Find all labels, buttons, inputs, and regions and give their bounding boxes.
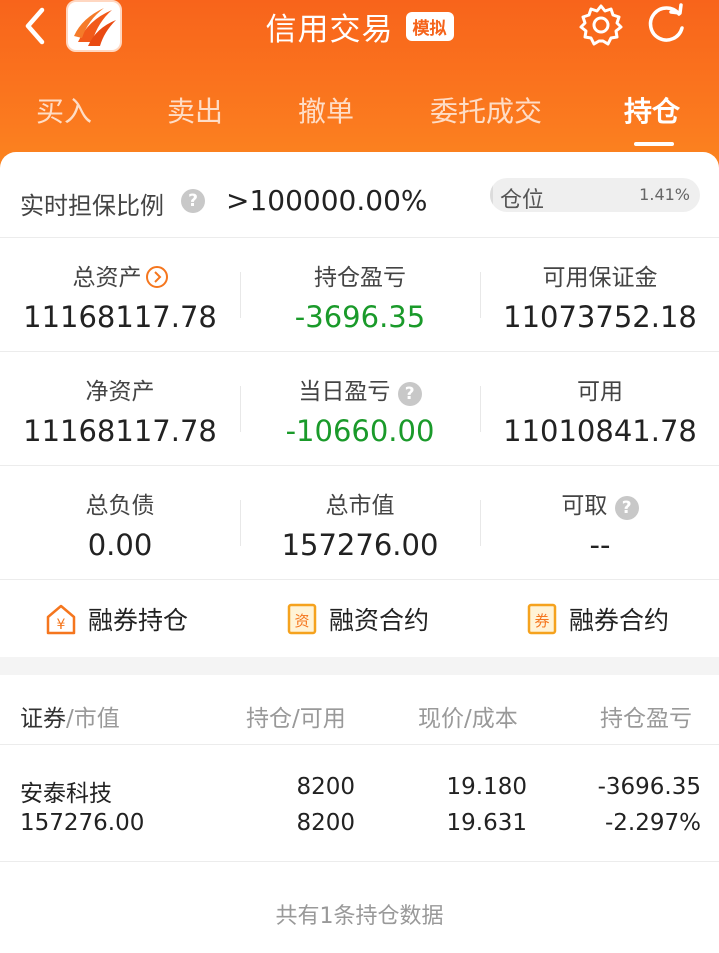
total-assets[interactable]: 总资产 11168117.78 [0, 238, 240, 352]
available-margin-label: 可用保证金 [542, 265, 658, 291]
active-tab-indicator [634, 142, 674, 146]
guarantee-ratio-value: >100000.00% [226, 184, 428, 217]
available-margin-value: 11073752.18 [503, 300, 697, 334]
position-bar-fill [490, 178, 494, 212]
withdrawable-value: -- [589, 528, 611, 562]
back-icon[interactable] [20, 4, 60, 48]
tab-sell[interactable]: 卖出 [167, 90, 223, 130]
total-liabilities-value: 0.00 [87, 528, 153, 562]
total-liabilities-label: 总负债 [85, 493, 155, 519]
net-assets-label: 净资产 [85, 379, 155, 405]
withdrawable: 可取 ? -- [480, 466, 719, 580]
help-icon[interactable]: ? [397, 382, 422, 406]
available-label: 可用 [577, 379, 623, 405]
guarantee-ratio-row: 实时担保比例 ? >100000.00% 仓位 1.41% [0, 152, 719, 238]
short-positions-label: 融券持仓 [88, 606, 189, 635]
available: 可用 11010841.78 [480, 352, 719, 466]
total-market-value: 总市值 157276.00 [240, 466, 480, 580]
guarantee-ratio-label: 实时担保比例 [20, 192, 164, 220]
help-icon[interactable]: ? [614, 496, 639, 520]
tab-positions[interactable]: 持仓 [624, 90, 680, 130]
chevron-right-circle-icon[interactable] [145, 266, 168, 288]
tab-cancel-order[interactable]: 撤单 [298, 90, 354, 130]
header-pnl[interactable]: 持仓盈亏 [600, 699, 692, 733]
trade-tabs: 买入 卖出 撤单 委托成交 持仓 [0, 80, 719, 140]
zi-document-icon: 资 [287, 603, 317, 635]
daily-pnl-label: 当日盈亏 [298, 379, 391, 405]
margin-contracts-label: 融资合约 [329, 606, 430, 635]
holdings-count-text: 共有1条持仓数据 [275, 904, 444, 929]
position-pnl-label: 持仓盈亏 [314, 265, 406, 291]
margin-contracts-link[interactable]: 资 融资合约 [285, 601, 429, 637]
stock-cost: 19.631 [446, 810, 527, 836]
stock-market-value: 157276.00 [20, 810, 145, 836]
stats-row: 总资产 11168117.78 持仓盈亏 -3696.35 可用保证金 1107… [0, 238, 719, 352]
table-row[interactable]: 安泰科技 157276.00 8200 8200 19.180 19.631 -… [0, 746, 719, 862]
stock-available: 8200 [296, 810, 355, 836]
daily-pnl-value: -10660.00 [285, 414, 435, 448]
available-value: 11010841.78 [503, 414, 697, 448]
page-title: 信用交易 [265, 11, 394, 48]
position-label: 仓位 [500, 188, 545, 212]
header-market-value[interactable]: /市值 [66, 706, 120, 732]
daily-pnl: 当日盈亏 ? -10660.00 [240, 352, 480, 466]
header-holding[interactable]: 持仓/可用 [246, 699, 346, 733]
total-assets-label: 总资产 [72, 265, 142, 291]
total-assets-value: 11168117.78 [23, 300, 217, 334]
position-pnl: 持仓盈亏 -3696.35 [240, 238, 480, 352]
section-gap [0, 657, 719, 675]
gear-icon[interactable] [578, 2, 624, 48]
refresh-icon[interactable] [643, 2, 689, 48]
stock-pnl: -3696.35 [597, 774, 701, 800]
svg-text:¥: ¥ [57, 617, 66, 633]
main-card: 实时担保比例 ? >100000.00% 仓位 1.41% 总资产 111681… [0, 152, 719, 953]
header-price[interactable]: 现价/成本 [418, 699, 518, 733]
app-header: 信用交易 模拟 买入 卖出 撤单 委托成交 持仓 [0, 0, 719, 175]
header-security[interactable]: 证券 [20, 706, 66, 732]
quick-links: ¥ 融券持仓 资 融资合约 券 融券合约 [0, 579, 719, 657]
stats-row: 总负债 0.00 总市值 157276.00 可取 ? -- [0, 466, 719, 580]
tab-orders-trades[interactable]: 委托成交 [430, 90, 542, 130]
available-margin: 可用保证金 11073752.18 [480, 238, 719, 352]
tab-buy[interactable]: 买入 [36, 90, 92, 130]
withdrawable-label: 可取 [561, 493, 608, 519]
svg-text:资: 资 [294, 612, 309, 630]
stats-row: 净资产 11168117.78 当日盈亏 ? -10660.00 可用 1101… [0, 352, 719, 466]
app-logo [66, 0, 122, 52]
help-icon[interactable]: ? [181, 189, 205, 213]
quan-document-icon: 券 [527, 603, 557, 635]
yen-house-icon: ¥ [46, 604, 76, 635]
short-contracts-label: 融券合约 [569, 606, 670, 635]
total-market-value-label: 总市值 [325, 493, 395, 519]
stock-name: 安泰科技 [20, 781, 112, 807]
position-bar: 仓位 1.41% [490, 178, 700, 212]
position-percent: 1.41% [639, 185, 690, 204]
total-liabilities: 总负债 0.00 [0, 466, 240, 580]
position-pnl-value: -3696.35 [294, 300, 426, 334]
holdings-table-header: 证券/市值 持仓/可用 现价/成本 持仓盈亏 [0, 675, 719, 745]
stock-holding: 8200 [296, 774, 355, 800]
short-positions-link[interactable]: ¥ 融券持仓 [44, 601, 188, 637]
net-assets: 净资产 11168117.78 [0, 352, 240, 466]
simulation-badge: 模拟 [405, 11, 454, 41]
net-assets-value: 11168117.78 [23, 414, 217, 448]
stock-pnl-percent: -2.297% [605, 810, 701, 836]
svg-text:券: 券 [534, 612, 549, 630]
short-contracts-link[interactable]: 券 融券合约 [525, 601, 669, 637]
total-market-value-value: 157276.00 [281, 528, 439, 562]
stock-price: 19.180 [446, 774, 527, 800]
